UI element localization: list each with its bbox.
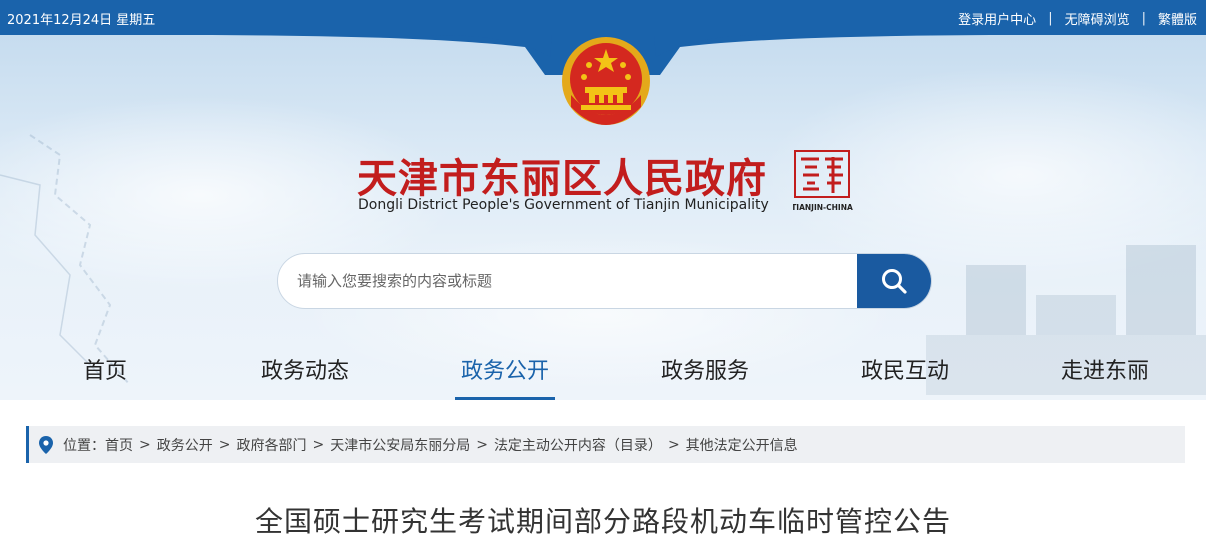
user-center-link[interactable]: 登录用户中心 [958,9,1036,28]
nav-public-interaction[interactable]: 政民互动 [856,353,954,400]
separator: | [1141,11,1146,26]
breadcrumb-separator: > [312,436,325,453]
national-emblem-icon [562,37,650,125]
breadcrumb-separator: > [139,436,151,453]
breadcrumb-other-info[interactable]: 其他法定公开信息 [686,435,798,455]
tianjin-seal-logo: TIANJIN-CHINA [793,150,853,212]
site-header: 天津市东丽区人民政府 Dongli District People's Gove… [0,35,1206,400]
current-date: 2021年12月24日 星期五 [7,13,156,28]
seal-caption: TIANJIN-CHINA [793,203,853,212]
main-nav: 首页 政务动态 政务公开 政务服务 政民互动 走进东丽 [0,353,1206,400]
search-icon [882,269,907,294]
location-pin-icon [39,435,53,454]
top-bar: 2021年12月24日 星期五 登录用户中心 | 无障碍浏览 | 繁體版 [0,0,1206,35]
search-input[interactable] [278,254,858,308]
traditional-chinese-link[interactable]: 繁體版 [1158,9,1197,28]
site-title: 天津市东丽区人民政府 [357,155,767,202]
main-content: 位置： 首页 > 政务公开 > 政府各部门 > 天津市公安局东丽分局 > 法定主… [0,400,1206,553]
article-title: 全国硕士研究生考试期间部分路段机动车临时管控公告 [254,505,951,538]
breadcrumb-separator: > [476,436,488,453]
search-bar [277,253,932,309]
nav-home[interactable]: 首页 [80,353,130,400]
breadcrumb-police-bureau[interactable]: 天津市公安局东丽分局 [330,435,470,455]
breadcrumb-home[interactable]: 首页 [105,435,133,455]
breadcrumb-departments[interactable]: 政府各部门 [236,435,306,455]
nav-government-services[interactable]: 政务服务 [656,353,754,400]
search-button[interactable] [857,254,931,308]
accessibility-link[interactable]: 无障碍浏览 [1065,9,1130,28]
site-subtitle: Dongli District People's Government of T… [358,197,769,213]
nav-government-news[interactable]: 政务动态 [256,353,354,400]
breadcrumb-disclosure-catalog[interactable]: 法定主动公开内容（目录） [494,435,662,455]
breadcrumb-government-affairs[interactable]: 政务公开 [157,435,213,455]
nav-about-dongli[interactable]: 走进东丽 [1056,353,1154,400]
breadcrumb-separator: > [218,436,231,453]
nav-government-affairs-disclosure[interactable]: 政务公开 [455,353,555,400]
breadcrumb: 位置： 首页 > 政务公开 > 政府各部门 > 天津市公安局东丽分局 > 法定主… [26,426,1185,463]
top-links: 登录用户中心 | 无障碍浏览 | 繁體版 [958,9,1197,28]
breadcrumb-separator: > [667,436,680,453]
breadcrumb-prefix: 位置： [63,437,105,454]
separator: | [1048,11,1053,26]
